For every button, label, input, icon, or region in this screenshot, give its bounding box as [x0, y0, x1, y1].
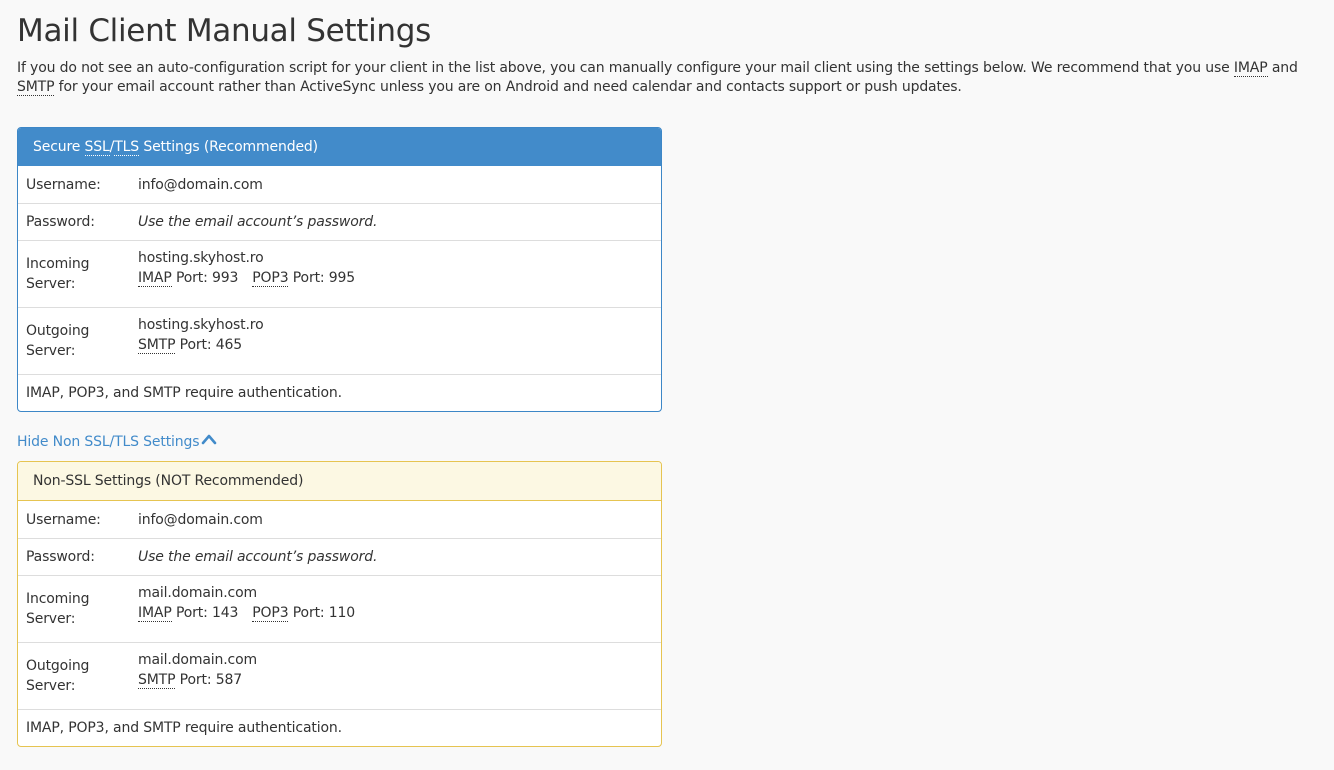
incoming-server-label: Incoming Server:: [26, 591, 90, 627]
outgoing-host: mail.domain.com: [138, 652, 257, 668]
password-label: Password:: [26, 214, 95, 230]
username-value: info@domain.com: [138, 511, 263, 528]
smtp-port: Port: 465: [175, 337, 242, 353]
imap-port: Port: 993: [171, 270, 239, 286]
password-row: Password: Use the email account’s passwo…: [18, 538, 661, 575]
toggle-label: Hide Non SSL/TLS Settings: [17, 434, 200, 450]
outgoing-server-value: hosting.skyhost.ro SMTP Port: 465: [138, 308, 264, 374]
heading-text: Secure: [33, 139, 85, 155]
ssl-abbr: SSL: [84, 139, 110, 156]
password-row: Password: Use the email account’s passwo…: [18, 203, 661, 240]
imap-abbr: IMAP: [138, 270, 172, 287]
smtp-abbr: SMTP: [138, 672, 176, 689]
incoming-server-row: Incoming Server: hosting.skyhost.ro IMAP…: [18, 240, 661, 307]
username-label: Username:: [26, 511, 101, 528]
incoming-host: mail.domain.com: [138, 585, 257, 601]
intro-text-part: If you do not see an auto-configuration …: [17, 60, 1234, 76]
intro-text: If you do not see an auto-configuration …: [17, 59, 1317, 97]
username-row: Username: info@domain.com: [18, 166, 661, 203]
chevron-up-icon: [201, 431, 217, 451]
incoming-host: hosting.skyhost.ro: [138, 250, 264, 266]
secure-settings-panel: Secure SSL/TLS Settings (Recommended) Us…: [17, 127, 662, 412]
outgoing-ports: SMTP Port: 465: [138, 335, 264, 355]
incoming-ports: IMAP Port: 143 POP3 Port: 110: [138, 603, 355, 623]
username-label: Username:: [26, 176, 101, 193]
outgoing-server-row: Outgoing Server: hosting.skyhost.ro SMTP…: [18, 307, 661, 374]
imap-abbr: IMAP: [1233, 60, 1268, 77]
tls-abbr: TLS: [114, 139, 140, 156]
imap-abbr: IMAP: [138, 605, 172, 622]
pop3-port: Port: 995: [288, 270, 356, 286]
smtp-abbr: SMTP: [138, 337, 176, 354]
pop3-abbr: POP3: [252, 605, 289, 622]
incoming-server-value: hosting.skyhost.ro IMAP Port: 993 POP3 Po…: [138, 241, 355, 307]
imap-port: Port: 143: [171, 605, 239, 621]
pop3-port: Port: 110: [288, 605, 356, 621]
outgoing-server-label: Outgoing Server:: [26, 658, 90, 694]
intro-text-part: for your email account rather than Activ…: [54, 79, 962, 95]
outgoing-server-value: mail.domain.com SMTP Port: 587: [138, 643, 257, 709]
auth-note: IMAP, POP3, and SMTP require authenticat…: [18, 709, 661, 746]
incoming-server-row: Incoming Server: mail.domain.com IMAP Po…: [18, 575, 661, 642]
smtp-abbr: SMTP: [17, 79, 55, 96]
heading-text: Settings (Recommended): [139, 139, 318, 155]
mail-client-settings-page: Mail Client Manual Settings If you do no…: [0, 0, 1334, 747]
username-row: Username: info@domain.com: [18, 501, 661, 538]
page-title: Mail Client Manual Settings: [17, 13, 431, 49]
password-value: Use the email account’s password.: [138, 214, 378, 230]
incoming-server-label: Incoming Server:: [26, 256, 90, 292]
outgoing-ports: SMTP Port: 587: [138, 670, 257, 690]
non-ssl-settings-panel: Non-SSL Settings (NOT Recommended) Usern…: [17, 461, 662, 747]
password-label: Password:: [26, 549, 95, 565]
outgoing-host: hosting.skyhost.ro: [138, 317, 264, 333]
auth-note: IMAP, POP3, and SMTP require authenticat…: [18, 374, 661, 411]
incoming-server-value: mail.domain.com IMAP Port: 143 POP3 Port:…: [138, 576, 355, 642]
intro-text-part: and: [1267, 60, 1298, 76]
hide-non-ssl-settings-link[interactable]: Hide Non SSL/TLS Settings: [17, 432, 217, 452]
non-ssl-settings-heading: Non-SSL Settings (NOT Recommended): [18, 462, 661, 501]
incoming-ports: IMAP Port: 993 POP3 Port: 995: [138, 268, 355, 288]
password-value: Use the email account’s password.: [138, 549, 378, 565]
pop3-abbr: POP3: [252, 270, 289, 287]
outgoing-server-label: Outgoing Server:: [26, 323, 90, 359]
outgoing-server-row: Outgoing Server: mail.domain.com SMTP Po…: [18, 642, 661, 709]
secure-settings-heading: Secure SSL/TLS Settings (Recommended): [18, 128, 661, 166]
smtp-port: Port: 587: [175, 672, 242, 688]
username-value: info@domain.com: [138, 176, 263, 193]
